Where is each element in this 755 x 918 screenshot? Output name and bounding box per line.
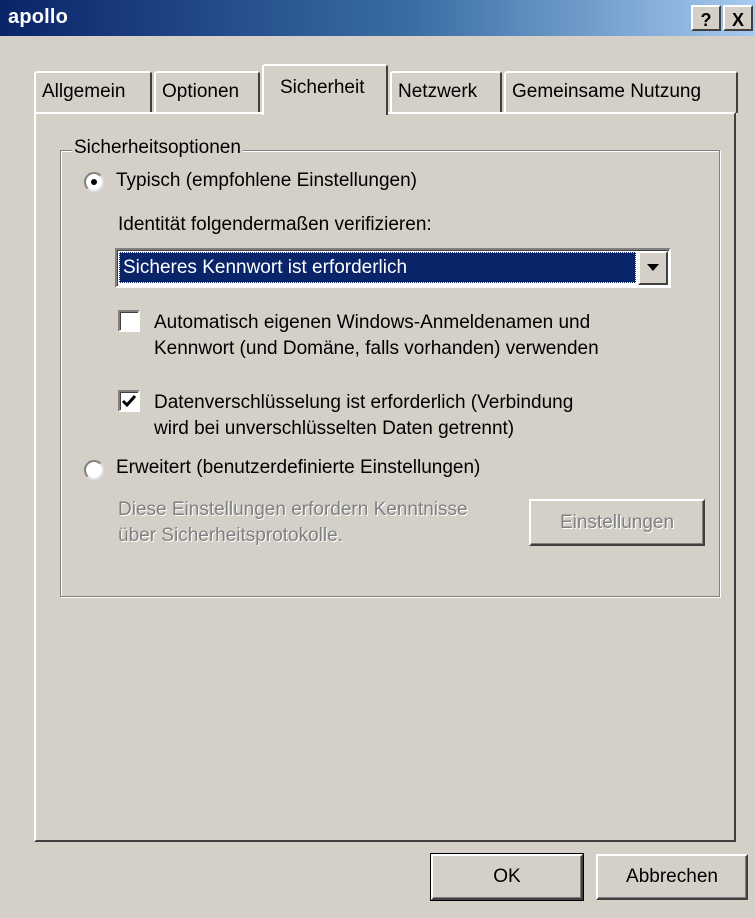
check-mark-icon — [121, 395, 137, 408]
help-button[interactable]: ? — [691, 5, 721, 31]
cancel-button[interactable]: Abbrechen — [596, 854, 748, 900]
close-button[interactable]: X — [723, 5, 753, 31]
verify-identity-selected-value[interactable]: Sicheres Kennwort ist erforderlich — [119, 252, 636, 283]
verify-identity-label: Identität folgendermaßen verifizieren: — [118, 214, 432, 235]
typical-radio[interactable] — [84, 172, 104, 192]
auto-logon-label-line2[interactable]: Kennwort (und Domäne, falls vorhanden) v… — [154, 338, 599, 360]
chevron-down-icon — [647, 264, 659, 271]
security-options-legend: Sicherheitsoptionen — [72, 137, 243, 159]
encryption-label-line2[interactable]: wird bei unverschlüsselten Daten getrenn… — [154, 418, 514, 440]
window-title: apollo — [8, 6, 69, 28]
tab-sicherheit[interactable]: Sicherheit — [262, 64, 388, 115]
tab-netzwerk[interactable]: Netzwerk — [390, 71, 502, 113]
dropdown-arrow-button[interactable] — [638, 251, 668, 285]
auto-logon-label-line1[interactable]: Automatisch eigenen Windows-Anmeldenamen… — [154, 312, 590, 334]
encryption-label-line1[interactable]: Datenverschlüsselung ist erforderlich (V… — [154, 392, 573, 414]
radio-selected-dot — [91, 179, 97, 185]
ok-button[interactable]: OK — [430, 853, 584, 901]
tab-allgemein[interactable]: Allgemein — [34, 71, 152, 113]
tab-optionen[interactable]: Optionen — [154, 71, 260, 113]
advanced-note-line1: Diese Einstellungen erfordern Kenntnisse — [118, 499, 468, 520]
settings-button[interactable]: Einstellungen — [529, 499, 705, 546]
verify-identity-dropdown[interactable]: Sicheres Kennwort ist erforderlich — [115, 248, 671, 288]
advanced-note-line2: über Sicherheitsprotokolle. — [118, 525, 343, 546]
tab-gemeinsame-nutzung[interactable]: Gemeinsame Nutzung — [504, 71, 738, 113]
auto-logon-checkbox[interactable] — [118, 310, 140, 332]
title-bar[interactable]: apollo ? X — [0, 0, 755, 36]
advanced-radio-label[interactable]: Erweitert (benutzerdefinierte Einstellun… — [116, 457, 480, 479]
typical-radio-label[interactable]: Typisch (empfohlene Einstellungen) — [116, 170, 417, 192]
encryption-checkbox[interactable] — [118, 390, 140, 412]
advanced-radio[interactable] — [84, 460, 104, 480]
